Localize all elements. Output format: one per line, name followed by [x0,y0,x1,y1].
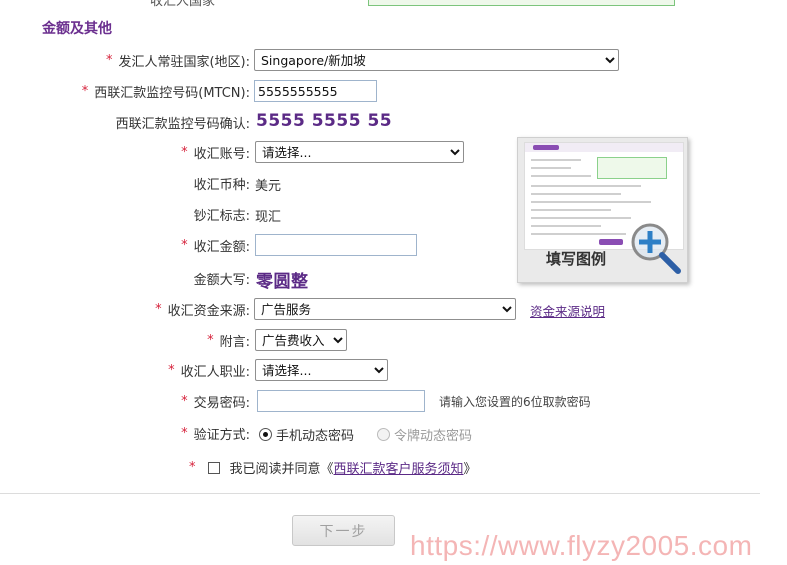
fund-source-help-link[interactable]: 资金来源说明 [530,301,605,320]
password-input[interactable] [257,390,425,412]
agreement-row: * 我已阅读并同意《 西联汇款客户服务须知 》 [189,458,477,477]
currency-label: 收汇币种: [193,177,250,193]
required-mark: * [105,52,113,68]
required-mark: * [181,144,188,160]
occupation-label: 收汇人职业: [180,364,250,380]
required-mark: * [155,301,162,317]
currency-value: 美元 [255,179,282,194]
occupation-label-wrap: * 收汇人职业: [168,358,250,382]
fund-source-label-wrap: * 收汇资金来源: [155,297,250,321]
mtcn-confirm-label-wrap: 西联汇款监控号码确认: [116,110,250,134]
agreement-checkbox[interactable] [207,461,220,474]
amount-input[interactable] [255,234,417,256]
section-title: 金额及其他 [42,21,112,37]
password-label-wrap: * 交易密码: [181,389,250,413]
remark-label: 附言: [219,334,250,350]
agreement-suffix: 》 [463,462,477,477]
password-hint: 请输入您设置的6位取款密码 [439,395,591,409]
mtcn-confirm-label: 西联汇款监控号码确认: [115,116,250,132]
agreement-prefix: 我已阅读并同意《 [229,462,334,477]
example-caption: 填写图例 [546,250,607,268]
next-button[interactable]: 下一步 [292,515,395,546]
remark-label-wrap: * 附言: [207,328,250,352]
cash-flag-label-wrap: 钞汇标志: [194,202,250,226]
required-mark: * [81,83,89,99]
required-mark: * [207,332,214,348]
required-mark: * [181,425,188,441]
password-label: 交易密码: [193,395,250,411]
fund-source-select[interactable]: 广告服务 [254,298,516,320]
sender-country-label: 发汇人常驻国家(地区): [118,54,250,70]
required-mark: * [181,237,188,253]
verify-label: 验证方式: [193,427,250,443]
required-mark: * [189,460,196,475]
required-mark: * [168,362,175,378]
watermark: https://www.flyzy2005.com [410,530,753,561]
occupation-select[interactable]: 请选择... [255,359,388,381]
mtcn-label: 西联汇款监控号码(MTCN): [94,85,250,101]
sender-country-select[interactable]: Singapore/新加坡 [254,49,619,71]
required-mark: * [181,393,188,409]
agreement-link[interactable]: 西联汇款客户服务须知 [334,458,464,477]
account-select[interactable]: 请选择... [255,141,464,163]
mtcn-label-wrap: * 西联汇款监控号码(MTCN): [82,79,250,103]
amount-words-label-wrap: 金额大写: [194,266,250,290]
cash-flag-label: 钞汇标志: [193,208,250,224]
mtcn-confirm-value: 5555 5555 55 [256,111,393,131]
verify-option-token: 令牌动态密码 [377,425,472,444]
mtcn-input[interactable] [254,80,377,102]
currency-label-wrap: 收汇币种: [194,171,250,195]
remark-select[interactable]: 广告费收入 [255,329,347,351]
verify-option-sms[interactable]: 手机动态密码 [259,425,354,444]
radio-disabled-icon [377,428,390,441]
verify-option-token-label: 令牌动态密码 [394,429,473,444]
fund-source-label: 收汇资金来源: [167,303,250,319]
magnifier-plus-icon [631,223,681,274]
verify-label-wrap: * 验证方式: [181,421,250,445]
amount-label-wrap: * 收汇金额: [181,233,250,257]
sender-country-label-wrap: * 发汇人常驻国家(地区): [106,48,250,72]
example-thumbnail[interactable]: 填写图例 [517,137,688,283]
cash-flag-value: 现汇 [255,210,282,225]
verify-option-sms-label: 手机动态密码 [276,429,355,444]
top-field-label: 收汇人国家 [150,0,216,9]
amount-label: 收汇金额: [193,239,250,255]
amount-words-value: 零圆整 [256,272,309,292]
account-label-wrap: * 收汇账号: [181,140,250,164]
divider [0,493,760,494]
radio-selected-icon[interactable] [259,428,272,441]
top-notice-box [368,0,675,6]
amount-words-label: 金额大写: [193,272,250,288]
account-label: 收汇账号: [193,146,250,162]
